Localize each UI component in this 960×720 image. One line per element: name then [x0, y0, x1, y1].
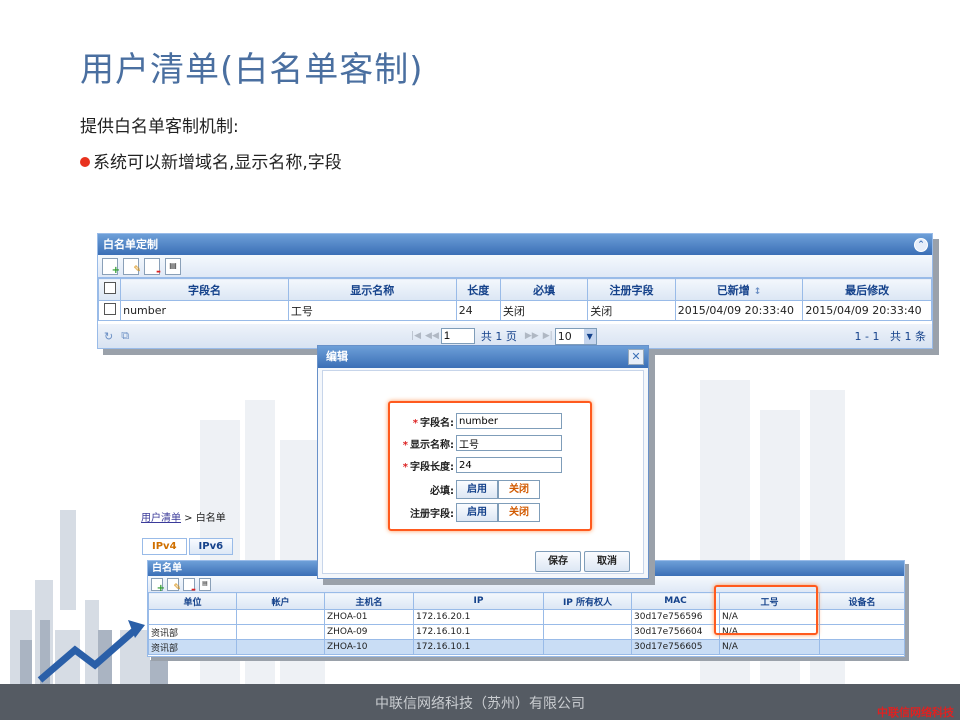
column-header[interactable]: 设备名 [819, 592, 905, 610]
column-header[interactable]: 显示名称 [287, 278, 457, 301]
save-button[interactable]: 保存 [535, 551, 581, 572]
column-header[interactable]: 最后修改 [802, 278, 932, 301]
bullet-dot-icon [80, 157, 90, 167]
next-page-icon[interactable]: ▶▶ [525, 331, 539, 341]
form-row-field-name: * 字段名: [390, 413, 590, 429]
prev-page-icon[interactable]: ◀◀ [425, 331, 439, 341]
last-page-icon[interactable]: ▶| [543, 331, 553, 341]
form-row-required: 必填: 启用 关闭 [390, 480, 590, 499]
edit-form-highlight: *字段名: *显示名称: *字段长度: 必填: 启用 关闭 注册字段: 启用 关… [388, 401, 592, 531]
row-checkbox[interactable] [97, 300, 122, 321]
table-row-selected[interactable]: 资讯部 ZHOA-10 172.16.10.1 30d17e756605 N/A [148, 639, 905, 655]
column-header[interactable]: MAC [631, 592, 720, 610]
slide-footer: 中联信网络科技（苏州）有限公司 中联信网络科技 [0, 684, 960, 720]
dialog-header: 编辑 ✕ [318, 346, 648, 368]
export-icon[interactable]: ⧉ [121, 329, 129, 343]
sort-icon: ↕ [753, 286, 762, 297]
panel-title: 白名单定制 [103, 238, 158, 251]
form-row-display-name: * 显示名称: [390, 435, 590, 451]
column-header[interactable]: 帐户 [236, 592, 325, 610]
column-header-sorted[interactable]: 已新增 ↕ [674, 278, 804, 301]
cell-field-name: number [120, 300, 289, 321]
field-length-input[interactable] [456, 457, 562, 473]
required-on-toggle[interactable]: 启用 [456, 480, 498, 499]
bullet-text: 系统可以新增域名,显示名称,字段 [93, 153, 342, 173]
required-marker: * [402, 461, 408, 473]
column-header[interactable]: 必填 [499, 278, 589, 301]
form-row-register: 注册字段: 启用 关闭 [390, 503, 590, 522]
edit-record-icon[interactable] [167, 577, 181, 593]
edit-dialog: 编辑 ✕ *字段名: *显示名称: *字段长度: 必填: 启用 关闭 注册字段:… [317, 345, 649, 579]
column-header[interactable]: 注册字段 [587, 278, 676, 301]
slide-subtitle: 提供白名单客制机制: [80, 117, 239, 137]
tab-ipv6[interactable]: IPv6 [188, 538, 234, 555]
table-row[interactable]: number 工号 24 关闭 关闭 2015/04/09 20:33:40 2… [97, 300, 932, 321]
collapse-icon[interactable]: ⌃ [914, 238, 928, 252]
breadcrumb-current: 白名单 [195, 513, 226, 524]
add-record-icon[interactable] [151, 577, 165, 594]
required-marker: * [402, 439, 408, 451]
highlight-box-employee-id-column [714, 585, 818, 635]
cancel-button[interactable]: 取消 [584, 551, 630, 572]
whitelist-definition-panel: 白名单定制 ⌃ ▤ 字段名 显示名称 长度 必填 注册字段 已新增 ↕ 最后修改… [97, 233, 933, 349]
slide-bullet: 系统可以新增域名,显示名称,字段 [80, 148, 342, 173]
register-on-toggle[interactable]: 启用 [456, 503, 498, 522]
record-range: 1 - 1 共 1 条 [854, 330, 926, 343]
display-name-input[interactable] [456, 435, 562, 451]
delete-record-icon[interactable] [183, 577, 196, 594]
add-record-icon[interactable] [102, 257, 120, 278]
required-marker: * [412, 417, 418, 429]
cell-modified: 2015/04/09 20:33:40 [802, 300, 932, 321]
whitelist-definition-table: 字段名 显示名称 长度 必填 注册字段 已新增 ↕ 最后修改 number 工号… [97, 278, 932, 321]
page-number-input[interactable] [440, 328, 475, 344]
required-off-toggle[interactable]: 关闭 [498, 480, 540, 499]
print-icon[interactable]: ▤ [199, 577, 211, 591]
register-off-toggle[interactable]: 关闭 [498, 503, 540, 522]
column-header[interactable]: 主机名 [324, 592, 414, 610]
print-icon[interactable]: ▤ [165, 257, 181, 275]
field-name-input[interactable] [456, 413, 562, 429]
grid-toolbar: ▤ [98, 255, 932, 278]
table-header-row: 字段名 显示名称 长度 必填 注册字段 已新增 ↕ 最后修改 [97, 278, 932, 301]
refresh-icon[interactable]: ↻ [104, 330, 113, 343]
page-size-select[interactable]: 10 ▼ [554, 327, 597, 345]
cell-length: 24 [455, 300, 501, 321]
select-all-checkbox[interactable] [97, 278, 122, 301]
cell-created: 2015/04/09 20:33:40 [674, 300, 804, 321]
panel-header: 白名单定制 ⌃ [98, 234, 932, 255]
tab-ipv4[interactable]: IPv4 [142, 538, 187, 555]
footer-logo: 中联信网络科技 [877, 706, 954, 719]
column-header[interactable]: IP [413, 592, 544, 610]
column-header[interactable]: 长度 [455, 278, 501, 301]
edit-record-icon[interactable] [123, 257, 141, 277]
cell-register: 关闭 [587, 300, 676, 321]
column-header[interactable]: IP 所有权人 [543, 592, 632, 610]
cell-display-name: 工号 [287, 300, 457, 321]
delete-record-icon[interactable] [144, 257, 161, 278]
first-page-icon[interactable]: |◀ [411, 331, 421, 341]
breadcrumb-link-user-list[interactable]: 用户清单 [141, 513, 181, 524]
dialog-title: 编辑 [326, 350, 348, 363]
close-icon[interactable]: ✕ [628, 349, 644, 365]
slide-title: 用户清单(白名单客制) [80, 50, 424, 90]
column-header[interactable]: 字段名 [120, 278, 289, 301]
footer-company: 中联信网络科技（苏州）有限公司 [375, 696, 585, 712]
ip-version-tabs: IPv4 IPv6 [142, 538, 234, 555]
cell-required: 关闭 [499, 300, 589, 321]
form-row-length: * 字段长度: [390, 457, 590, 473]
breadcrumb: 用户清单 > 白名单 [141, 513, 226, 524]
total-pages: 共 1 页 [480, 330, 517, 343]
